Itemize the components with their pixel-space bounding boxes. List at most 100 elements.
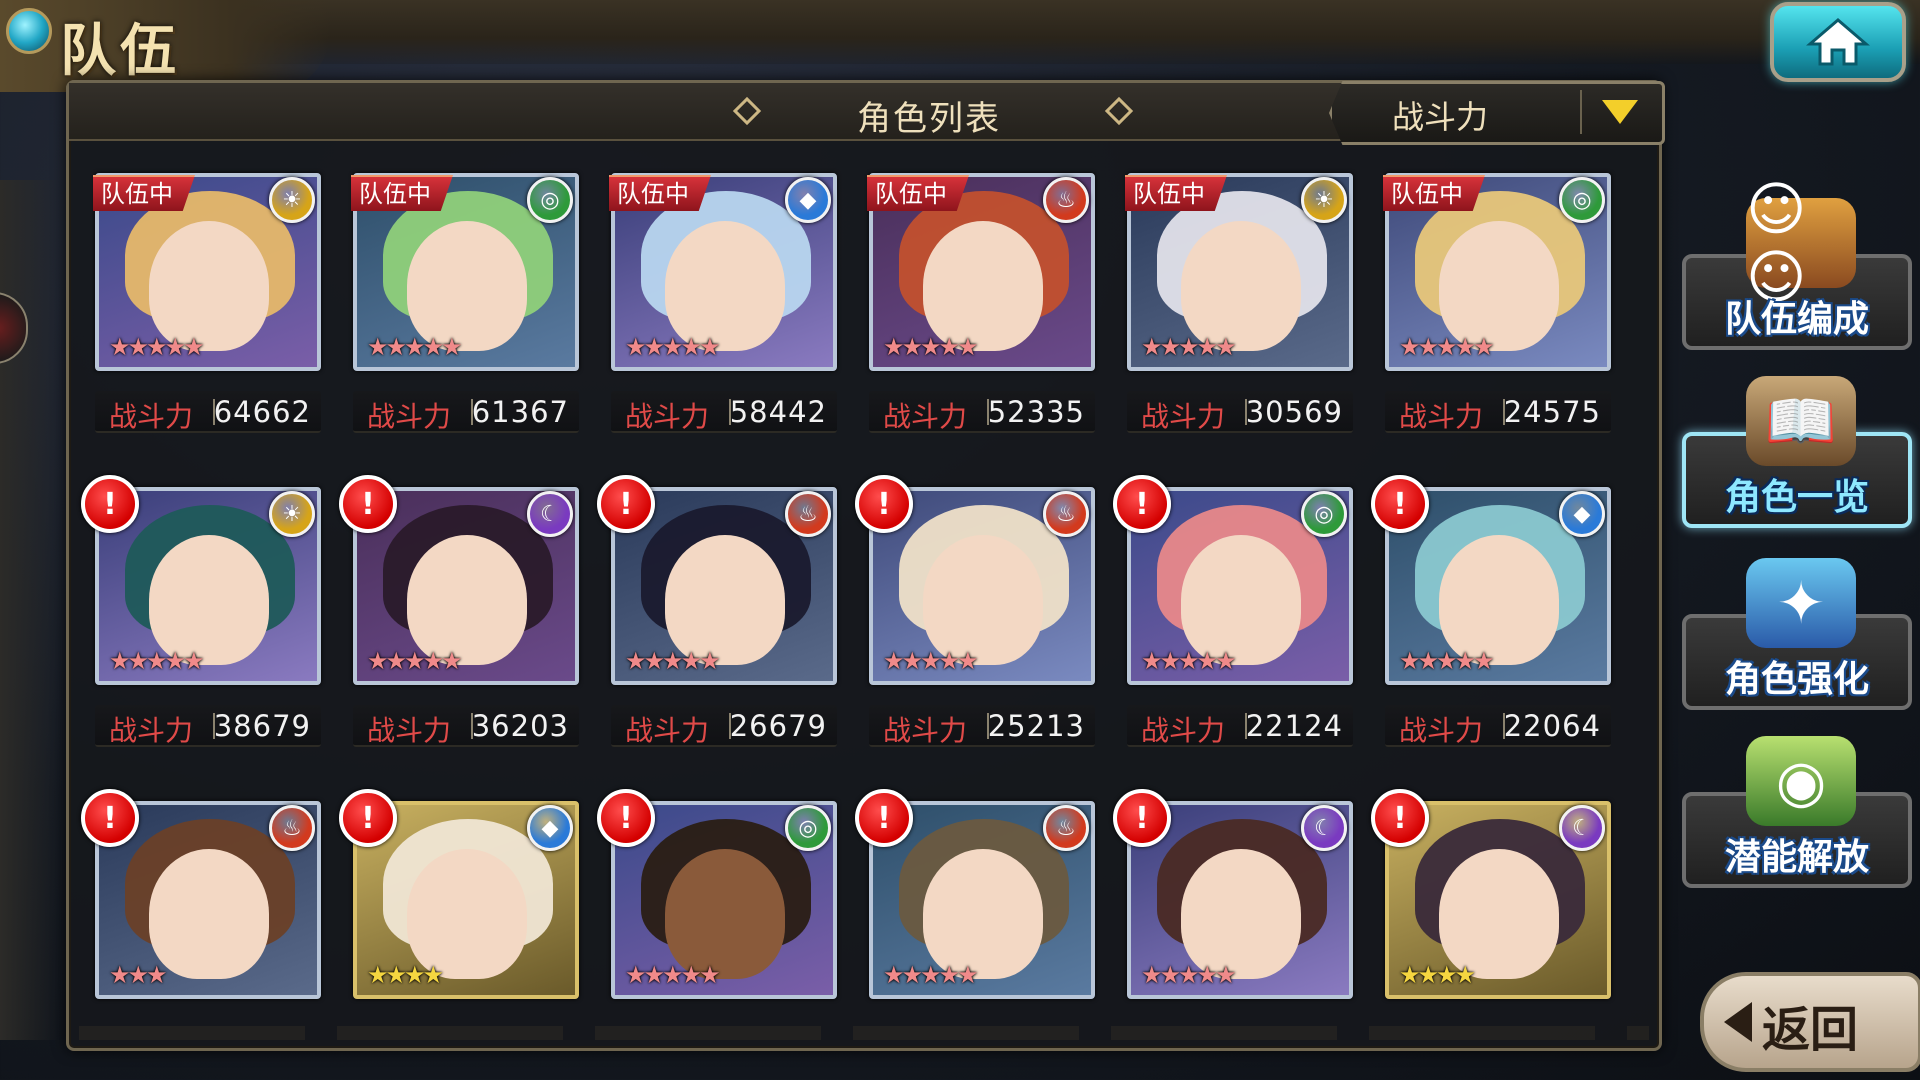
character-card[interactable]: ★★★★★ ◎!	[1113, 475, 1353, 685]
power-label: 战斗力	[625, 400, 710, 433]
power-value: 25213	[987, 709, 1085, 743]
rarity-stars: ★★★★★	[109, 333, 205, 361]
power-plate: 战斗力 38679	[95, 705, 321, 747]
power-plate: 战斗力 64662	[95, 391, 321, 433]
next-row-hint	[79, 1026, 1649, 1040]
rarity-stars: ★★★★★	[883, 647, 979, 675]
rarity-stars: ★★★★★	[625, 333, 721, 361]
rarity-stars: ★★★★★	[1399, 333, 1495, 361]
fire-icon: ♨	[269, 805, 315, 851]
alert-icon: !	[597, 475, 655, 533]
fire-icon: ♨	[1043, 177, 1089, 223]
rarity-stars: ★★★★★	[1141, 333, 1237, 361]
sort-divider	[1580, 90, 1582, 134]
power-plate: 战斗力 26679	[611, 705, 837, 747]
wind-icon: ◎	[1559, 177, 1605, 223]
power-label: 战斗力	[1141, 400, 1226, 433]
character-face	[923, 221, 1043, 351]
character-card[interactable]: ★★★★★ ♨!	[855, 475, 1095, 685]
page-title: 队伍	[60, 19, 180, 84]
character-card[interactable]: ★★★★★ ◎!	[597, 789, 837, 999]
rarity-stars: ★★★★★	[625, 647, 721, 675]
power-label: 战斗力	[109, 400, 194, 433]
power-plate: 战斗力 24575	[1385, 391, 1611, 433]
power-value: 64662	[213, 395, 311, 429]
character-face	[1439, 849, 1559, 979]
light-icon: ☀	[269, 177, 315, 223]
character-card[interactable]: ★★★★★ ◎ 队伍中	[351, 173, 579, 371]
sort-dropdown[interactable]: 战斗力	[1329, 81, 1665, 145]
character-face	[1181, 849, 1301, 979]
power-value: 38679	[213, 709, 311, 743]
side-menu-label: 角色一览	[1724, 477, 1869, 518]
character-card[interactable]: ★★★★★ ♨!	[597, 475, 837, 685]
character-card[interactable]: ★★★★ ☾!	[1371, 789, 1611, 999]
rarity-stars: ★★★★★	[1141, 961, 1237, 989]
alert-icon: !	[339, 789, 397, 847]
power-plate: 战斗力 58442	[611, 391, 837, 433]
alert-icon: !	[81, 789, 139, 847]
character-face	[407, 849, 527, 979]
potential-orb-icon: ◉	[1746, 736, 1856, 826]
in-team-badge: 队伍中	[1125, 175, 1227, 211]
power-label: 战斗力	[625, 714, 710, 747]
character-card[interactable]: ★★★★★ ☀ 队伍中	[1125, 173, 1353, 371]
sort-label: 战斗力	[1392, 98, 1489, 136]
character-card[interactable]: ★★★★★ ◆!	[1371, 475, 1611, 685]
character-face	[407, 221, 527, 351]
power-value: 22064	[1503, 709, 1601, 743]
back-label: 返回	[1762, 1002, 1859, 1058]
side-menu-button[interactable]: ☺☺ 队伍编成	[1682, 175, 1912, 350]
power-value: 36203	[471, 709, 569, 743]
power-label: 战斗力	[1399, 714, 1484, 747]
character-card[interactable]: ★★★★★ ♨!	[855, 789, 1095, 999]
character-card[interactable]: ★★★★★ ☾!	[339, 475, 579, 685]
character-card[interactable]: ★★★★★ ☀!	[81, 475, 321, 685]
character-card[interactable]: ★★★★★ ☀ 队伍中	[93, 173, 321, 371]
title-gem-icon	[6, 8, 52, 54]
home-button[interactable]	[1770, 2, 1906, 82]
character-card[interactable]: ★★★★★ ◎ 队伍中	[1383, 173, 1611, 371]
power-label: 战斗力	[109, 714, 194, 747]
character-card[interactable]: ★★★★★ ♨ 队伍中	[867, 173, 1095, 371]
power-label: 战斗力	[367, 714, 452, 747]
water-icon: ◆	[527, 805, 573, 851]
character-face	[1181, 535, 1301, 665]
power-value: 26679	[729, 709, 827, 743]
side-menu-button[interactable]: 📖 角色一览	[1682, 376, 1912, 528]
back-button[interactable]: 返回	[1700, 972, 1920, 1072]
character-face	[923, 535, 1043, 665]
fire-icon: ♨	[1043, 805, 1089, 851]
power-label: 战斗力	[367, 400, 452, 433]
in-team-badge: 队伍中	[351, 175, 453, 211]
character-card[interactable]: ★★★ ♨!	[81, 789, 321, 999]
character-face	[665, 221, 785, 351]
character-card[interactable]: ★★★★★ ☾!	[1113, 789, 1353, 999]
light-icon: ☀	[269, 491, 315, 537]
character-card[interactable]: ★★★★★ ◆ 队伍中	[609, 173, 837, 371]
character-face	[149, 849, 269, 979]
side-menu-label: 角色强化	[1724, 659, 1869, 700]
character-face	[407, 535, 527, 665]
panel-header: 角色列表 战斗力	[69, 81, 1665, 145]
character-face	[1181, 221, 1301, 351]
character-face	[923, 849, 1043, 979]
character-card[interactable]: ★★★★ ◆!	[339, 789, 579, 999]
rarity-stars: ★★★★★	[883, 333, 979, 361]
character-list-panel: 角色列表 战斗力 ★★★★★ ☀ 队伍中 战斗力 64662 ★★★★★ ◎ 队伍中 战斗力 61…	[66, 80, 1665, 1051]
side-menu-button[interactable]: ✦ 角色强化	[1682, 558, 1912, 710]
chevron-down-icon[interactable]	[1602, 100, 1638, 124]
light-icon: ☀	[1301, 177, 1347, 223]
rarity-stars: ★★★★	[367, 961, 444, 989]
dark-icon: ☾	[527, 491, 573, 537]
rarity-stars: ★★★★★	[1399, 647, 1495, 675]
power-plate: 战斗力 22064	[1385, 705, 1611, 747]
character-face	[665, 849, 785, 979]
panel-title: 角色列表	[857, 99, 1001, 139]
alert-icon: !	[339, 475, 397, 533]
rarity-stars: ★★★★★	[625, 961, 721, 989]
side-menu-button[interactable]: ◉ 潜能解放	[1682, 736, 1912, 888]
power-plate: 战斗力 52335	[869, 391, 1095, 433]
power-plate: 战斗力 25213	[869, 705, 1095, 747]
character-face	[149, 221, 269, 351]
